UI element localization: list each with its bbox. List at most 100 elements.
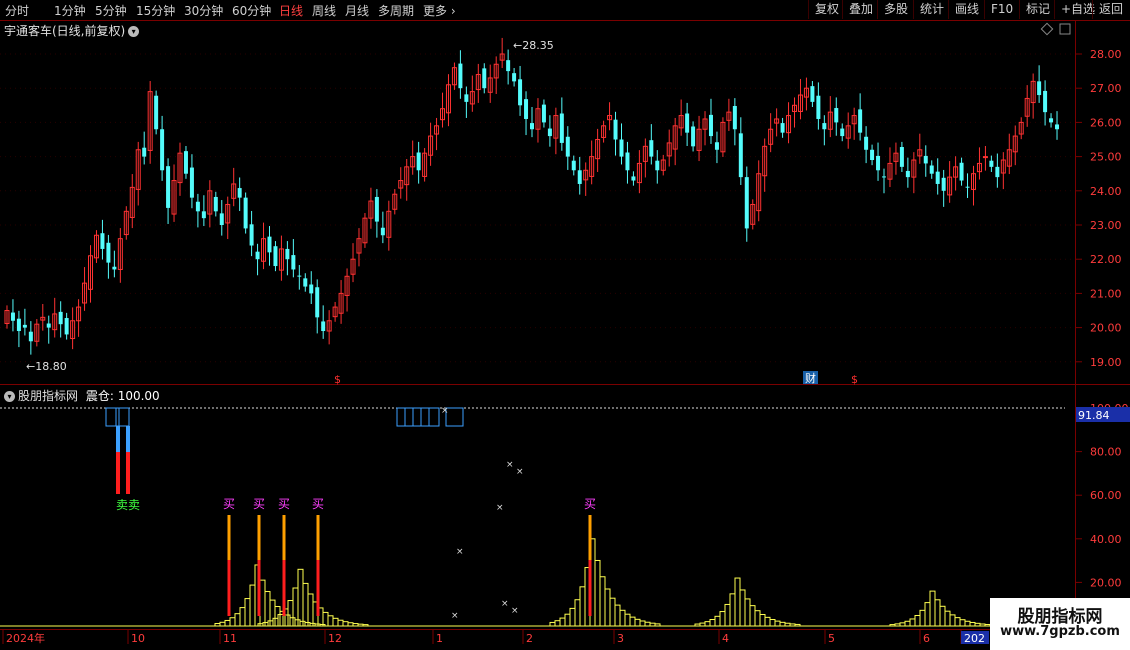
candle-body <box>691 126 696 147</box>
price-axis-label: 22.00 <box>1090 253 1122 266</box>
indicator-bar <box>769 619 776 627</box>
date-axis-label: 3 <box>617 632 624 645</box>
cross-mark: × <box>506 460 514 470</box>
candle-body <box>822 123 827 130</box>
date-axis-label: 2 <box>526 632 533 645</box>
price-axis-label: 25.00 <box>1090 151 1122 164</box>
diamond-icon[interactable] <box>1040 22 1054 36</box>
buy-signal-label: 买 <box>312 497 324 511</box>
candle-body <box>738 133 743 178</box>
indicator-bar <box>749 605 756 627</box>
high-price-label: ←28.35 <box>513 39 554 52</box>
candle-body <box>237 188 242 198</box>
indicator-bar <box>744 598 751 627</box>
candle-body <box>714 142 719 150</box>
square-icon[interactable] <box>1059 23 1071 35</box>
finance-marker[interactable]: 财 <box>805 371 816 385</box>
candle-body <box>744 177 749 229</box>
indicator-bar <box>229 617 236 627</box>
indicator-bar <box>239 607 246 627</box>
indicator-bar <box>754 610 761 627</box>
candle-body <box>541 104 546 123</box>
candle-body <box>16 318 21 332</box>
candle-body <box>655 160 660 171</box>
candle-body <box>565 136 570 157</box>
candle-body <box>154 95 159 130</box>
indicator-bar <box>944 610 951 627</box>
indicator-bar <box>322 611 329 627</box>
indicator-bar <box>914 614 921 627</box>
indicator-bar <box>969 621 976 627</box>
date-axis-label: 6 <box>923 632 930 645</box>
candle-body <box>243 197 248 229</box>
candle-body <box>309 284 314 294</box>
signal-box <box>420 407 430 427</box>
candle-body <box>810 86 815 102</box>
candle-body <box>619 139 624 157</box>
indicator-bar <box>939 605 946 627</box>
candle-body <box>28 331 33 342</box>
chart-canvas[interactable]: 28.00 27.00 26.00 25.00 24.00 23.00 22.00 21.00… <box>0 0 1130 650</box>
indicator-bar <box>734 577 741 627</box>
indicator-bar <box>604 588 611 627</box>
dividend-marker[interactable]: $ <box>334 373 341 386</box>
price-axis-label: 24.00 <box>1090 185 1122 198</box>
indicator-bar <box>569 607 576 627</box>
indicator-bar <box>574 599 581 627</box>
buy-signal-label: 买 <box>278 497 290 511</box>
candle-body <box>297 275 302 277</box>
date-axis-label: 12 <box>328 632 342 645</box>
indicator-bar <box>297 568 304 627</box>
signal-box <box>404 407 414 427</box>
date-axis-label: 2024年 <box>6 631 45 645</box>
indicator-bar <box>629 616 636 627</box>
candle-body <box>685 113 690 133</box>
indicator-bar <box>302 582 309 627</box>
candle-body <box>315 287 320 318</box>
candle-body <box>876 155 881 171</box>
price-axis-label: 27.00 <box>1090 82 1122 95</box>
ind-axis-label: 80.00 <box>1090 446 1122 459</box>
indicator-bar <box>774 620 781 627</box>
ind-axis-label: 60.00 <box>1090 489 1122 502</box>
indicator-bar <box>327 615 334 627</box>
indicator-bar <box>554 620 561 627</box>
cross-mark: × <box>496 503 504 513</box>
candle-body <box>780 123 785 133</box>
indicator-bar <box>644 621 651 627</box>
watermark-url: www.7gpzb.com <box>1000 624 1120 639</box>
candle-body <box>380 227 385 236</box>
indicator-bar <box>764 616 771 627</box>
signal-box <box>445 407 464 427</box>
cross-mark: × <box>441 406 449 416</box>
signal-box <box>420 407 440 427</box>
indicator-bar <box>219 621 226 627</box>
candle-body <box>923 155 928 164</box>
indicator-bar <box>954 617 961 627</box>
price-axis-label: 21.00 <box>1090 287 1122 300</box>
indicator-bar <box>704 621 711 627</box>
indicator-bar <box>904 620 911 627</box>
candle-body <box>201 211 206 219</box>
indicator-bar <box>714 615 721 627</box>
candle-body <box>959 162 964 181</box>
indicator-bar <box>924 602 931 627</box>
dividend-marker[interactable]: $ <box>851 373 858 386</box>
candle-body <box>882 176 886 178</box>
candle-body <box>982 156 988 159</box>
candle-body <box>1037 81 1042 96</box>
indicator-bar <box>619 609 626 627</box>
indicator-bar <box>634 618 641 627</box>
date-axis-label: 10 <box>131 632 145 645</box>
date-axis-label: 5 <box>828 632 835 645</box>
candle-body <box>840 128 845 137</box>
settings-icon[interactable] <box>1040 22 1071 36</box>
indicator-bar <box>594 559 601 627</box>
candle-body <box>416 152 421 171</box>
ind-axis-label: 40.00 <box>1090 533 1122 546</box>
sell-signal-label: 卖卖 <box>116 498 140 512</box>
candle-body <box>219 213 224 225</box>
date-axis-label: 202 <box>964 632 985 645</box>
indicator-bar <box>779 621 786 627</box>
candle-body <box>112 266 117 270</box>
